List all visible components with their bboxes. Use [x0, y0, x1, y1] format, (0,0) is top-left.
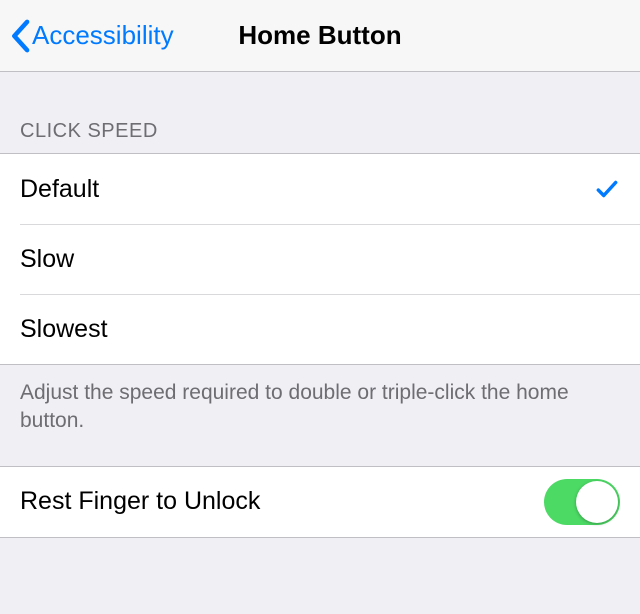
chevron-left-icon: [10, 19, 30, 53]
option-label: Default: [20, 175, 99, 204]
rest-finger-group: Rest Finger to Unlock: [0, 466, 640, 538]
navigation-bar: Accessibility Home Button: [0, 0, 640, 72]
option-slowest[interactable]: Slowest: [0, 294, 640, 364]
option-label: Slowest: [20, 315, 108, 344]
rest-finger-toggle[interactable]: [544, 479, 620, 525]
checkmark-icon: [594, 176, 620, 202]
option-label: Slow: [20, 245, 74, 274]
section-footer-click-speed: Adjust the speed required to double or t…: [0, 365, 640, 466]
option-default[interactable]: Default: [0, 154, 640, 224]
back-button[interactable]: Accessibility: [0, 19, 174, 53]
section-header-click-speed: Click Speed: [0, 72, 640, 153]
rest-finger-label: Rest Finger to Unlock: [20, 487, 260, 516]
toggle-knob: [576, 481, 618, 523]
click-speed-options: Default Slow Slowest: [0, 153, 640, 365]
rest-finger-row[interactable]: Rest Finger to Unlock: [0, 467, 640, 537]
back-label: Accessibility: [32, 20, 174, 51]
option-slow[interactable]: Slow: [0, 224, 640, 294]
